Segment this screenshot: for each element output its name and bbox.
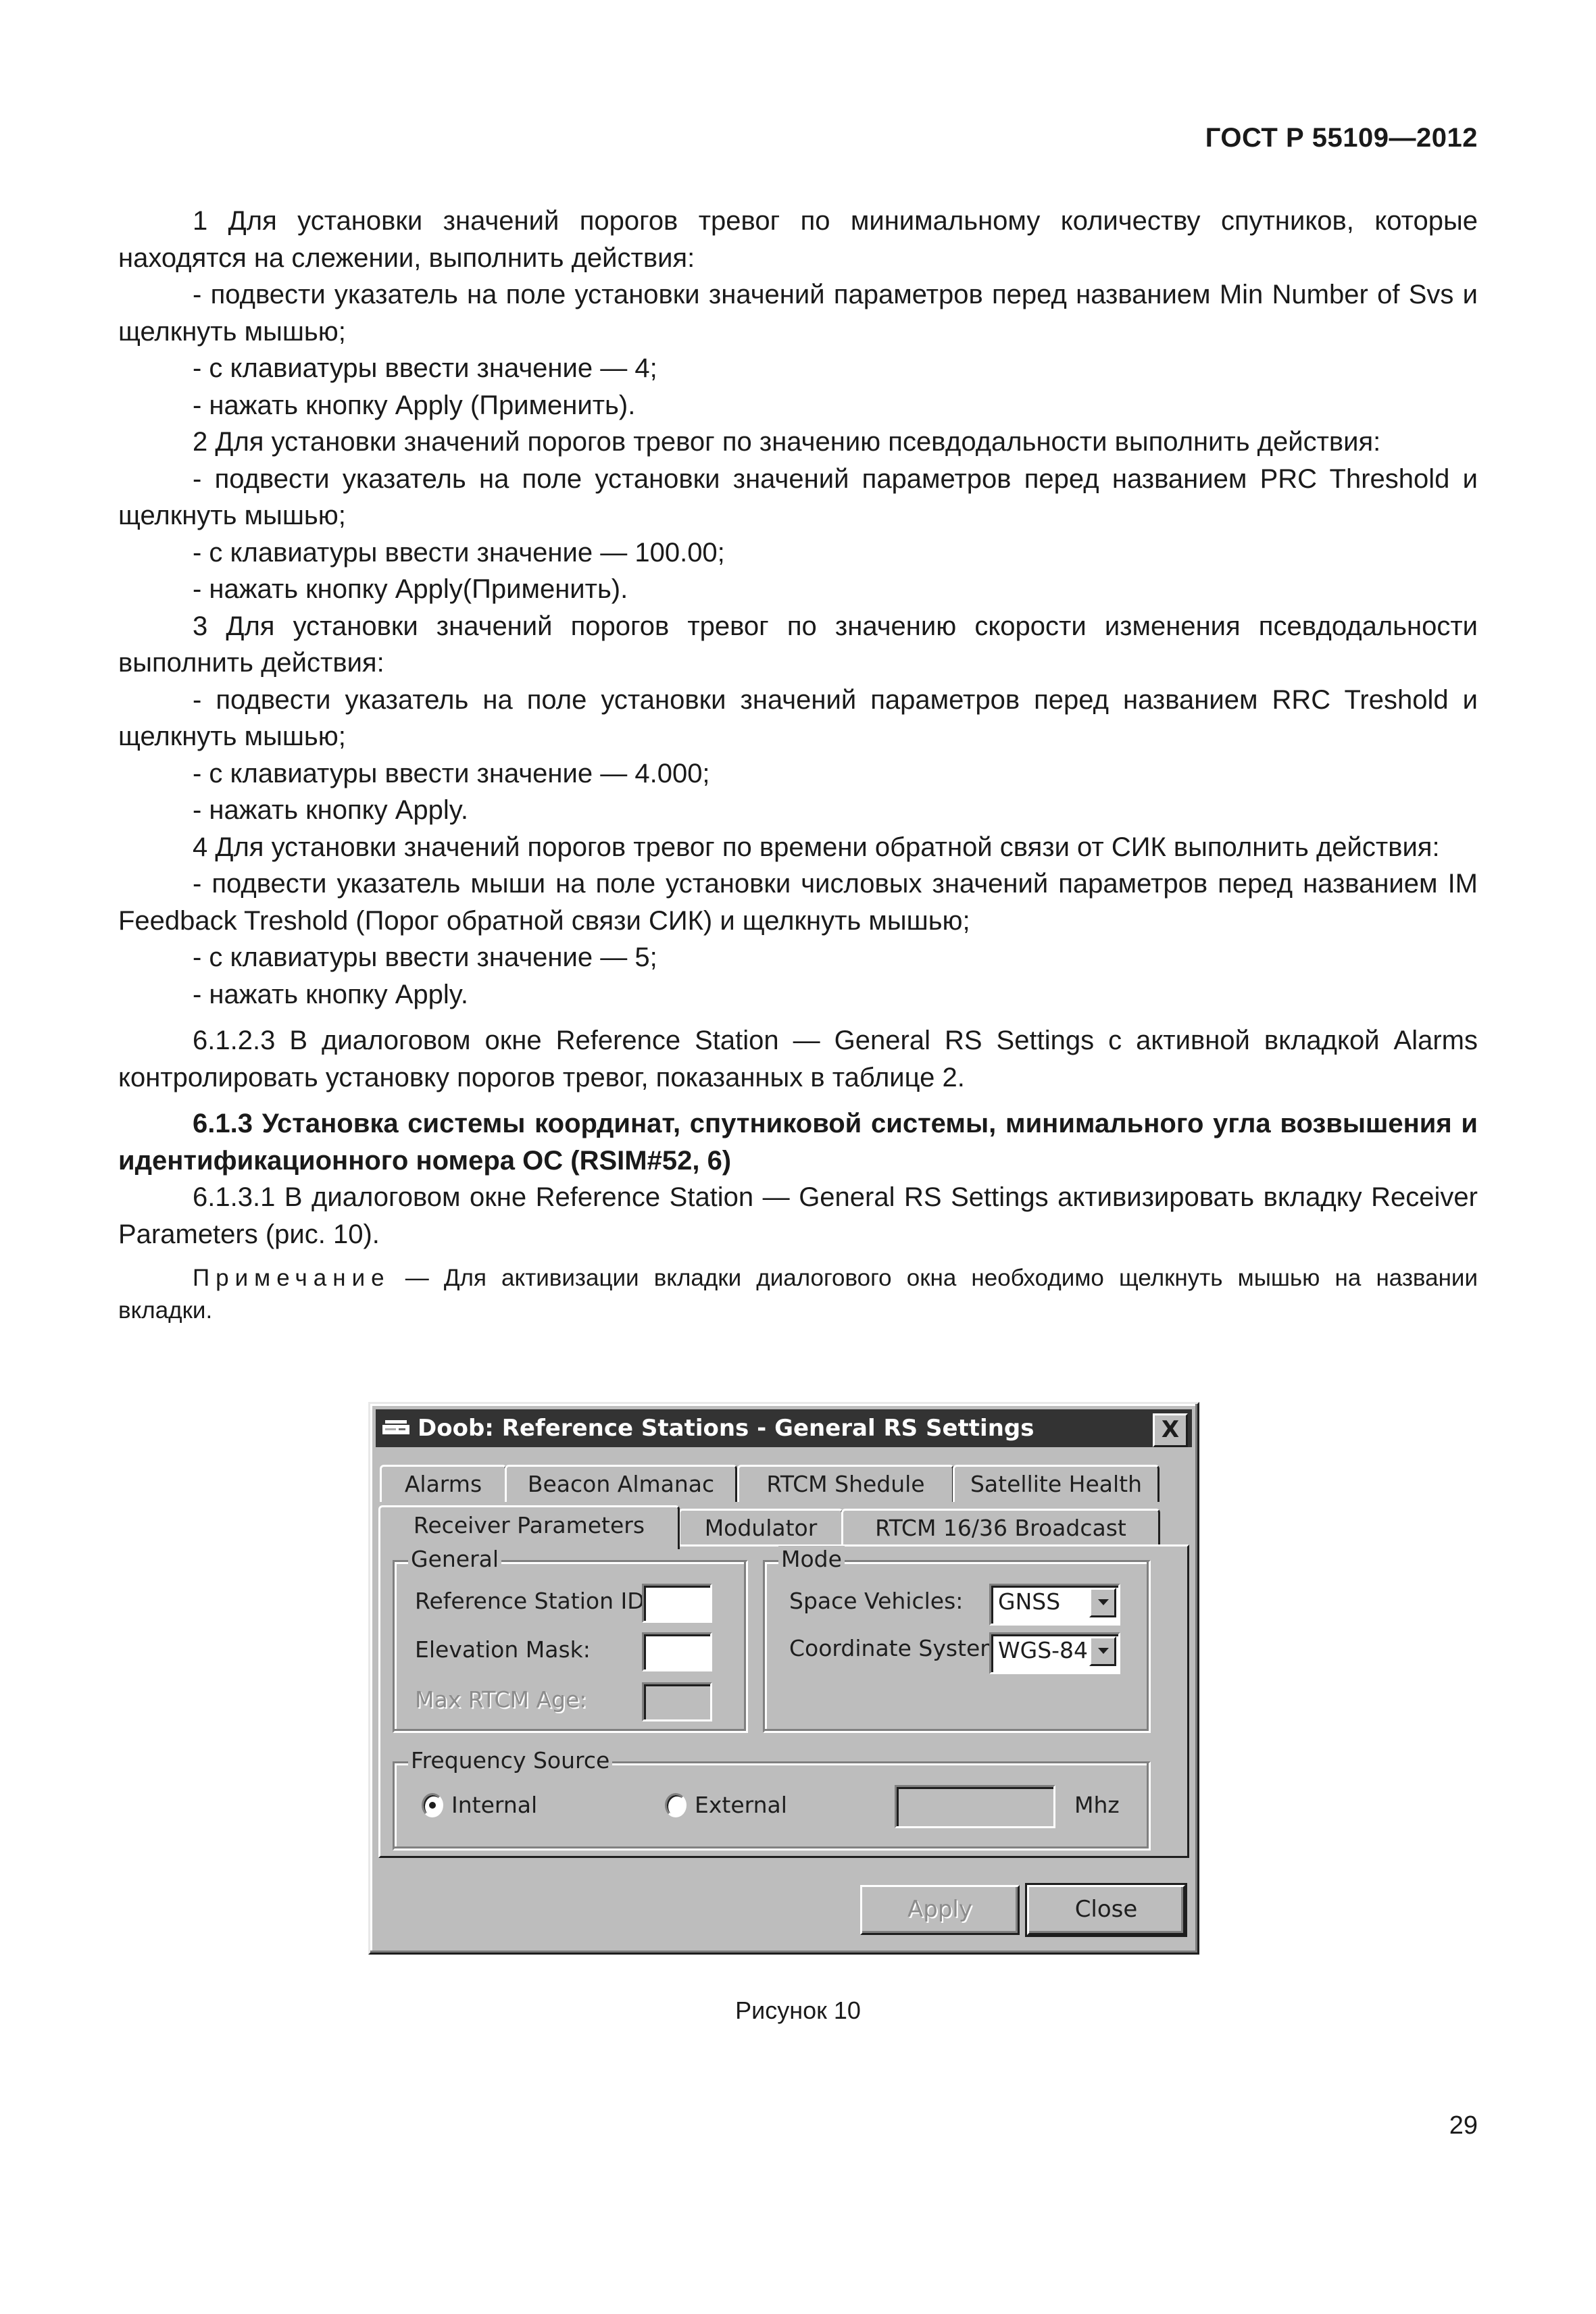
note: Примечание — Для активизации вкладки диа… [118,1262,1478,1327]
paragraph: 4 Для установки значений порогов тревог … [193,832,1440,862]
elevation-mask-label: Elevation Mask: [415,1636,591,1663]
apply-button[interactable]: Apply [860,1885,1020,1935]
internal-radio-label[interactable]: Internal [451,1792,537,1818]
paragraph: - с клавиатуры ввести значение — 100.00; [193,537,725,568]
paragraph: - подвести указатель на поле установки з… [118,463,1478,531]
frequency-source-label: Frequency Source [408,1747,613,1774]
paragraph: 2 Для установки значений порогов тревог … [193,427,1381,457]
chevron-down-icon[interactable] [1089,1588,1116,1617]
paragraph: - нажать кнопку Apply (Применить). [193,390,636,420]
paragraph: - с клавиатуры ввести значение — 4; [193,353,657,383]
space-vehicles-label: Space Vehicles: [789,1588,964,1614]
tab-satellite-health[interactable]: Satellite Health [953,1465,1159,1502]
radio-selected-dot [429,1802,436,1809]
external-radio[interactable] [665,1793,687,1817]
tab-receiver-parameters[interactable]: Receiver Parameters [378,1505,680,1549]
reference-station-id-label: Reference Station ID: [415,1588,652,1614]
dialog-title: Doob: Reference Stations - General RS Se… [418,1415,1034,1442]
general-group-label: General [408,1546,502,1572]
paragraph: - нажать кнопку Apply. [193,795,468,825]
paragraph: 6.1.2.3 В диалоговом окне Reference Stat… [118,1026,1478,1092]
mode-group: Mode Space Vehicles: GNSS Coordinate Sys… [763,1546,1151,1733]
elevation-mask-field[interactable] [642,1632,712,1671]
receiver-parameters-panel: General Reference Station ID: Elevation … [378,1544,1189,1858]
space-vehicles-value: GNSS [998,1588,1061,1615]
paragraph: - подвести указатель на поле установки з… [118,684,1478,752]
paragraph: - подвести указатель на поле установки з… [118,280,1478,347]
coordinate-system-select[interactable]: WGS-84 [989,1632,1120,1674]
paragraph: 1 Для установки значений порогов тревог … [118,206,1478,273]
tab-rtcm-shedule[interactable]: RTCM Shedule [737,1465,954,1502]
frequency-source-group: Frequency Source Internal External Mhz [393,1747,1151,1851]
max-rtcm-age-field [642,1682,712,1721]
dialog-titlebar[interactable]: Doob: Reference Stations - General RS Se… [376,1409,1192,1447]
mode-group-label: Mode [778,1546,845,1572]
frequency-unit: Mhz [1074,1792,1120,1818]
coordinate-system-value: WGS-84 [998,1637,1089,1663]
tab-rtcm-broadcast[interactable]: RTCM 16/36 Broadcast [841,1509,1160,1546]
paragraph: - с клавиатуры ввести значение — 4.000; [193,758,710,788]
tab-beacon-almanac[interactable]: Beacon Almanac [505,1465,737,1502]
close-icon[interactable]: X [1153,1413,1188,1447]
page-number: 29 [1449,2111,1478,2140]
paragraph: 3 Для установки значений порогов тревог … [118,611,1478,678]
tab-modulator[interactable]: Modulator [678,1509,843,1546]
paragraph: - с клавиатуры ввести значение — 5; [193,942,657,972]
paragraph: - нажать кнопку Apply. [193,979,468,1009]
external-radio-label[interactable]: External [695,1792,787,1818]
paragraph: 6.1.3.1 В диалоговом окне Reference Stat… [118,1182,1478,1249]
general-group: General Reference Station ID: Elevation … [393,1546,748,1733]
section-heading: 6.1.3 Установка системы координат, спутн… [118,1109,1478,1176]
note-prefix: Примечание [193,1265,391,1291]
frequency-value-field [895,1785,1055,1828]
tab-alarms[interactable]: Alarms [380,1465,507,1502]
figure-caption: Рисунок 10 [735,1996,861,2024]
chevron-down-icon[interactable] [1089,1636,1116,1666]
internal-radio[interactable] [422,1793,443,1817]
paragraph: - подвести указатель мыши на поле устано… [118,869,1478,936]
settings-dialog: Doob: Reference Stations - General RS Se… [368,1402,1199,1955]
reference-station-id-field[interactable] [642,1584,712,1623]
app-icon [382,1418,409,1438]
paragraph: - нажать кнопку Apply(Применить). [193,574,628,604]
coordinate-system-label: Coordinate System: [789,1635,1009,1661]
close-button[interactable]: Close [1025,1883,1187,1937]
max-rtcm-age-label: Max RTCM Age: [415,1686,587,1713]
space-vehicles-select[interactable]: GNSS [989,1584,1120,1626]
document-header: ГОСТ Р 55109—2012 [1205,123,1478,153]
body-text: 1 Для установки значений порогов тревог … [118,203,1478,1327]
